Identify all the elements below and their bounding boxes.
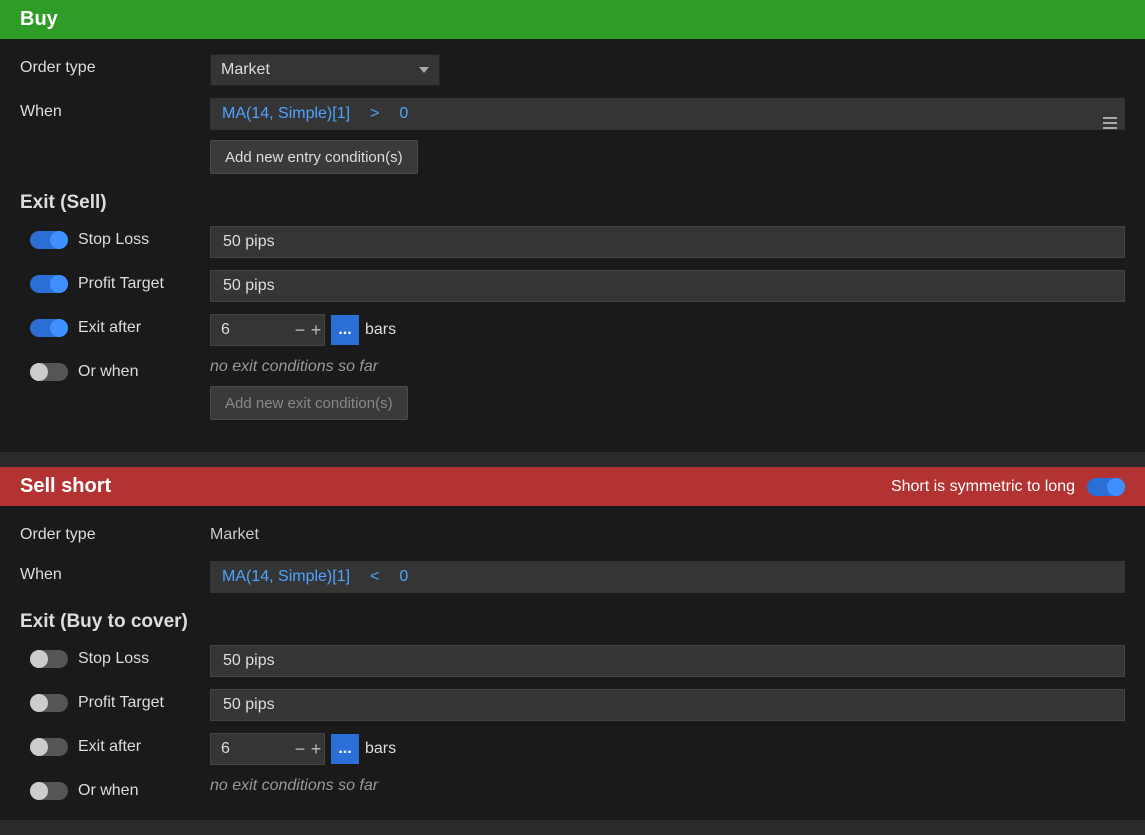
condition-op: < [370, 568, 379, 586]
sell-profit-target-toggle[interactable] [30, 694, 68, 712]
sell-order-type-value: Market [210, 521, 1125, 549]
condition-op: > [370, 105, 379, 123]
condition-menu-icon[interactable] [1103, 106, 1117, 129]
sell-order-type-label: Order type [20, 521, 210, 544]
sell-exit-after-more-button[interactable]: ... [331, 734, 359, 764]
symmetric-label: Short is symmetric to long [891, 478, 1075, 496]
add-exit-condition-button[interactable]: Add new exit condition(s) [210, 386, 408, 420]
buy-panel: Buy Order type Market When MA(14, Simple… [0, 0, 1145, 452]
sell-profit-target-label: Profit Target [78, 694, 164, 712]
symmetric-toggle[interactable] [1087, 478, 1125, 496]
condition-right: 0 [399, 105, 408, 123]
sell-or-when-label: Or when [78, 782, 138, 800]
sell-stop-loss-toggle[interactable] [30, 650, 68, 668]
exit-after-label: Exit after [78, 319, 141, 337]
exit-after-stepper[interactable]: 6 − + [210, 314, 325, 346]
sell-short-panel: Sell short Short is symmetric to long Or… [0, 467, 1145, 820]
sell-exit-after-stepper[interactable]: 6 − + [210, 733, 325, 765]
sell-exit-after-unit: bars [365, 740, 396, 758]
exit-cover-title: Exit (Buy to cover) [20, 611, 1125, 633]
or-when-label: Or when [78, 363, 138, 381]
exit-after-unit: bars [365, 321, 396, 339]
stop-loss-toggle[interactable] [30, 231, 68, 249]
sell-stop-loss-label: Stop Loss [78, 650, 149, 668]
order-type-select[interactable]: Market [210, 54, 440, 86]
condition-right: 0 [399, 568, 408, 586]
sell-entry-condition-bar[interactable]: MA(14, Simple)[1] < 0 [210, 561, 1125, 593]
sell-exit-after-toggle[interactable] [30, 738, 68, 756]
sell-profit-target-field[interactable]: 50 pips [210, 689, 1125, 721]
profit-target-field[interactable]: 50 pips [210, 270, 1125, 302]
sell-title: Sell short [20, 475, 111, 498]
condition-left: MA(14, Simple)[1] [222, 105, 350, 123]
buy-header: Buy [0, 0, 1145, 39]
when-label: When [20, 98, 210, 121]
or-when-toggle[interactable] [30, 363, 68, 381]
entry-condition-bar[interactable]: MA(14, Simple)[1] > 0 [210, 98, 1125, 130]
condition-left: MA(14, Simple)[1] [222, 568, 350, 586]
stop-loss-field[interactable]: 50 pips [210, 226, 1125, 258]
sell-no-exit-text: no exit conditions so far [210, 777, 1125, 795]
minus-icon[interactable]: − [292, 740, 308, 758]
sell-when-label: When [20, 561, 210, 584]
stop-loss-label: Stop Loss [78, 231, 149, 249]
add-entry-condition-button[interactable]: Add new entry condition(s) [210, 140, 418, 174]
order-type-label: Order type [20, 54, 210, 77]
sell-exit-after-label: Exit after [78, 738, 141, 756]
exit-sell-title: Exit (Sell) [20, 192, 1125, 214]
exit-after-more-button[interactable]: ... [331, 315, 359, 345]
plus-icon[interactable]: + [308, 321, 324, 339]
profit-target-label: Profit Target [78, 275, 164, 293]
plus-icon[interactable]: + [308, 740, 324, 758]
buy-title: Buy [20, 8, 58, 31]
chevron-down-icon [419, 67, 429, 73]
exit-after-toggle[interactable] [30, 319, 68, 337]
hamburger-icon [1103, 117, 1117, 129]
profit-target-toggle[interactable] [30, 275, 68, 293]
minus-icon[interactable]: − [292, 321, 308, 339]
sell-stop-loss-field[interactable]: 50 pips [210, 645, 1125, 677]
sell-or-when-toggle[interactable] [30, 782, 68, 800]
no-exit-text: no exit conditions so far [210, 358, 1125, 376]
sell-header: Sell short Short is symmetric to long [0, 467, 1145, 506]
